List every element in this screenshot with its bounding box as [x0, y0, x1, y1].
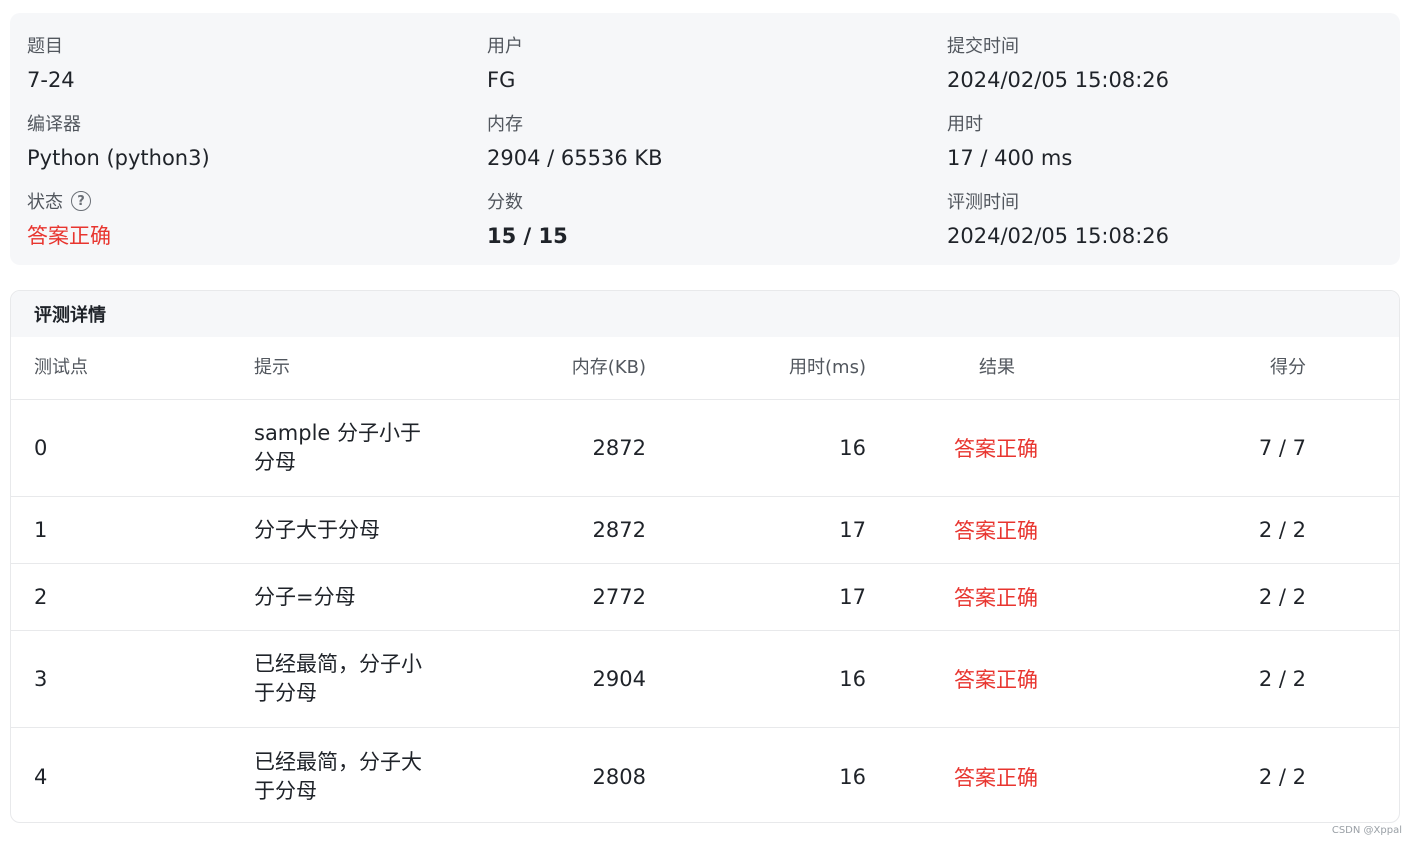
col-score: 得分: [1270, 357, 1306, 378]
row-result: 答案正确: [954, 668, 1038, 692]
compiler-field: 编译器 Python (python3): [27, 111, 467, 172]
help-icon[interactable]: ?: [71, 191, 91, 211]
detail-title: 评测详情: [11, 291, 1399, 337]
col-test-point: 测试点: [34, 357, 88, 378]
row-time: 16: [839, 436, 866, 460]
table-row: 0 sample 分子小于分母 2872 16 答案正确 7 / 7: [11, 400, 1399, 497]
submit-time-value: 2024/02/05 15:08:26: [947, 68, 1170, 92]
problem-field: 题目 7-24: [27, 33, 467, 94]
row-id: 2: [34, 585, 48, 609]
time-used-field: 用时 17 / 400 ms: [947, 111, 1387, 172]
row-memory: 2872: [592, 436, 646, 460]
table-row: 2 分子=分母 2772 17 答案正确 2 / 2: [11, 564, 1399, 631]
status-label: 状态: [27, 192, 63, 213]
table-header: 测试点 提示 内存(KB) 用时(ms) 结果 得分: [11, 337, 1399, 400]
row-time: 17: [839, 585, 866, 609]
row-result: 答案正确: [954, 586, 1038, 610]
col-hint: 提示: [254, 357, 290, 378]
status-value: 答案正确: [27, 224, 111, 248]
user-value[interactable]: FG: [487, 66, 927, 94]
user-label: 用户: [487, 36, 523, 57]
row-memory: 2904: [592, 667, 646, 691]
problem-label: 题目: [27, 36, 63, 57]
row-time: 17: [839, 518, 866, 542]
row-score: 2 / 2: [1258, 585, 1306, 609]
memory-field: 内存 2904 / 65536 KB: [487, 111, 927, 172]
row-hint: 分子=分母: [254, 584, 356, 609]
memory-value: 2904 / 65536 KB: [487, 146, 663, 170]
row-score: 2 / 2: [1258, 518, 1306, 542]
col-time: 用时(ms): [789, 357, 866, 378]
row-hint: 分子大于分母: [254, 517, 380, 542]
col-memory: 内存(KB): [571, 357, 646, 378]
time-used-value: 17 / 400 ms: [947, 146, 1073, 170]
row-memory: 2772: [592, 585, 646, 609]
row-hint: 已经最简，分子小于分母: [254, 652, 422, 705]
row-hint: sample 分子小于分母: [254, 421, 422, 474]
col-result: 结果: [979, 357, 1015, 378]
user-field: 用户 FG: [487, 33, 927, 94]
judge-time-label: 评测时间: [947, 192, 1019, 213]
row-id: 4: [34, 764, 48, 789]
compiler-value: Python (python3): [27, 146, 210, 170]
row-memory: 2872: [592, 518, 646, 542]
judge-detail-panel: 评测详情 测试点 提示 内存(KB) 用时(ms) 结果 得分 0 sample…: [10, 290, 1400, 823]
problem-value[interactable]: 7-24: [27, 66, 467, 94]
score-field: 分数 15 / 15: [487, 189, 927, 250]
compiler-label: 编译器: [27, 114, 81, 135]
memory-label: 内存: [487, 114, 523, 135]
submission-summary: 题目 7-24 用户 FG 提交时间 2024/02/05 15:08:26 编…: [10, 13, 1400, 265]
row-memory: 2808: [592, 764, 646, 789]
row-time: 16: [839, 667, 866, 691]
score-value: 15 / 15: [487, 224, 568, 248]
row-id: 1: [34, 518, 48, 542]
table-row: 4 已经最简，分子大于分母 2808 16 答案正确 2 / 2: [11, 728, 1399, 822]
watermark: CSDN @Xppal: [1331, 825, 1402, 836]
judge-time-value: 2024/02/05 15:08:26: [947, 224, 1170, 248]
row-score: 2 / 2: [1258, 667, 1306, 691]
row-id: 3: [34, 667, 48, 691]
row-time: 16: [839, 764, 866, 789]
submit-time-field: 提交时间 2024/02/05 15:08:26: [947, 33, 1387, 94]
judge-time-field: 评测时间 2024/02/05 15:08:26: [947, 189, 1387, 250]
row-hint: 已经最简，分子大于分母: [254, 749, 422, 803]
time-used-label: 用时: [947, 114, 983, 135]
status-field: 状态 ? 答案正确: [27, 189, 467, 250]
row-score: 7 / 7: [1258, 436, 1306, 460]
row-score: 2 / 2: [1258, 764, 1306, 789]
submit-time-label: 提交时间: [947, 36, 1019, 57]
score-label: 分数: [487, 192, 523, 213]
table-row: 1 分子大于分母 2872 17 答案正确 2 / 2: [11, 497, 1399, 564]
row-result: 答案正确: [954, 765, 1038, 790]
row-result: 答案正确: [954, 437, 1038, 461]
table-row: 3 已经最简，分子小于分母 2904 16 答案正确 2 / 2: [11, 631, 1399, 728]
row-result: 答案正确: [954, 519, 1038, 543]
row-id: 0: [34, 436, 48, 460]
